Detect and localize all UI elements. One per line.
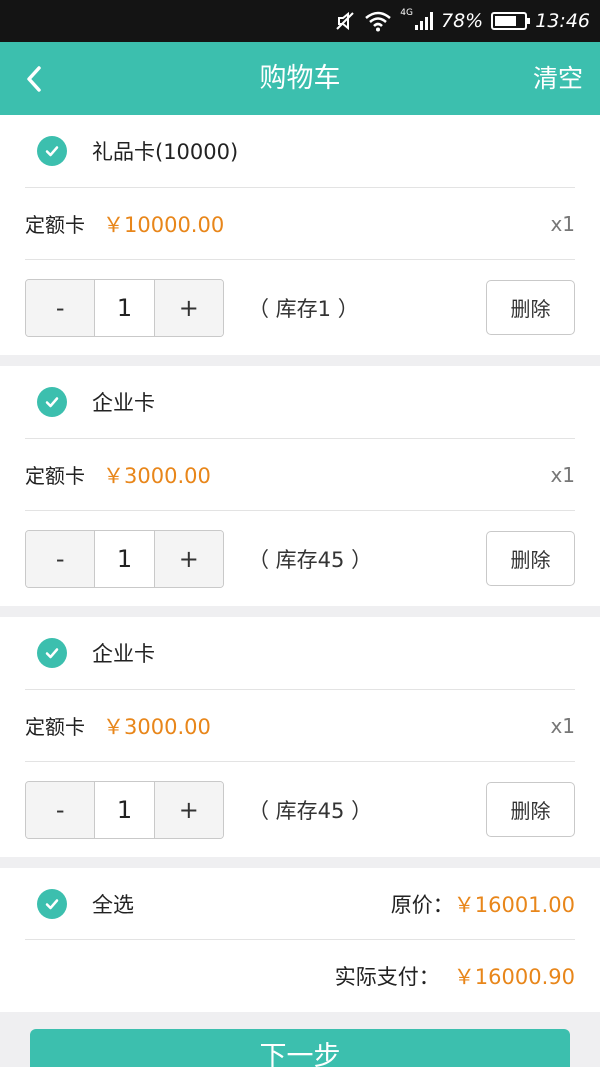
select-all-label[interactable]: 全选 [92, 889, 134, 919]
summary-row-original: 全选 原价： ￥16001.00 [25, 868, 575, 940]
delete-button[interactable]: 删除 [486, 531, 575, 586]
delete-button[interactable]: 删除 [486, 782, 575, 837]
stock-label: （ 库存1 ） [248, 296, 359, 321]
mute-icon [336, 11, 355, 31]
item-count: x1 [550, 713, 575, 738]
delete-button[interactable]: 删除 [486, 280, 575, 335]
quantity-stepper: - 1 + [25, 278, 224, 337]
item-detail: 定额卡 ￥3000.00 x1 [25, 690, 575, 762]
item-price: ￥3000.00 [103, 463, 211, 488]
signal-icon [415, 12, 433, 30]
item-actions: - 1 + （ 库存45 ） 删除 [25, 762, 575, 857]
increment-button[interactable]: + [154, 530, 223, 587]
quantity-value[interactable]: 1 [94, 530, 155, 587]
select-all-checkbox[interactable] [37, 888, 67, 919]
increment-button[interactable]: + [154, 781, 223, 838]
nav-bar: 购物车 清空 [0, 42, 600, 115]
wifi-icon [365, 11, 392, 32]
stock-label: （ 库存45 ） [248, 547, 373, 572]
original-price: ￥16001.00 [453, 892, 575, 917]
battery-icon [491, 12, 531, 30]
item-header: 企业卡 [25, 366, 575, 439]
network-type: 4G [400, 8, 413, 18]
quantity-value[interactable]: 1 [94, 279, 155, 336]
item-header: 企业卡 [25, 617, 575, 690]
clear-cart-button[interactable]: 清空 [533, 42, 583, 115]
item-header: 礼品卡(10000) [25, 115, 575, 188]
status-icons: 4G 78% 13:46 [334, 0, 590, 42]
item-detail: 定额卡 ￥10000.00 x1 [25, 188, 575, 260]
card-type: 定额卡 [25, 715, 85, 739]
check-icon [45, 146, 59, 157]
cart-item: 礼品卡(10000) 定额卡 ￥10000.00 x1 - 1 + （ 库存1 … [0, 115, 600, 355]
status-bar: 4G 78% 13:46 [0, 0, 600, 42]
item-checkbox[interactable] [37, 136, 67, 166]
card-type: 定额卡 [25, 464, 85, 488]
quantity-value[interactable]: 1 [94, 781, 155, 838]
item-name: 企业卡 [92, 642, 155, 666]
item-actions: - 1 + （ 库存45 ） 删除 [25, 511, 575, 606]
decrement-button[interactable]: - [26, 530, 95, 587]
decrement-button[interactable]: - [26, 279, 95, 336]
item-checkbox[interactable] [37, 387, 67, 417]
original-price-label: 原价： [390, 892, 454, 917]
stock-label: （ 库存45 ） [248, 798, 373, 823]
item-name: 礼品卡(10000) [92, 140, 239, 164]
item-count: x1 [550, 462, 575, 487]
item-price: ￥10000.00 [103, 212, 225, 237]
quantity-stepper: - 1 + [25, 780, 224, 839]
decrement-button[interactable]: - [26, 781, 95, 838]
cart-item: 企业卡 定额卡 ￥3000.00 x1 - 1 + （ 库存45 ） 删除 [0, 366, 600, 606]
item-price: ￥3000.00 [103, 714, 211, 739]
quantity-stepper: - 1 + [25, 529, 224, 588]
cart-item: 企业卡 定额卡 ￥3000.00 x1 - 1 + （ 库存45 ） 删除 [0, 617, 600, 857]
card-type: 定额卡 [25, 213, 85, 237]
page-title: 购物车 [259, 63, 341, 94]
check-icon [45, 397, 59, 408]
order-summary: 全选 原价： ￥16001.00 实际支付： ￥16000.90 [0, 868, 600, 1012]
battery-percent: 78% [441, 10, 484, 32]
original-price-group: 原价： ￥16001.00 [391, 889, 575, 919]
item-count: x1 [550, 211, 575, 236]
item-actions: - 1 + （ 库存1 ） 删除 [25, 260, 575, 355]
clock: 13:46 [535, 10, 590, 32]
check-icon [45, 898, 59, 909]
actual-pay-price: ￥16000.90 [453, 965, 575, 989]
actual-pay-label: 实际支付： [334, 965, 440, 989]
check-icon [45, 648, 59, 659]
item-checkbox[interactable] [37, 638, 67, 668]
increment-button[interactable]: + [154, 279, 223, 336]
item-name: 企业卡 [92, 391, 155, 415]
next-step-button[interactable]: 下一步 [30, 1029, 570, 1067]
summary-row-actual: 实际支付： ￥16000.90 [25, 940, 575, 1012]
item-detail: 定额卡 ￥3000.00 x1 [25, 439, 575, 511]
